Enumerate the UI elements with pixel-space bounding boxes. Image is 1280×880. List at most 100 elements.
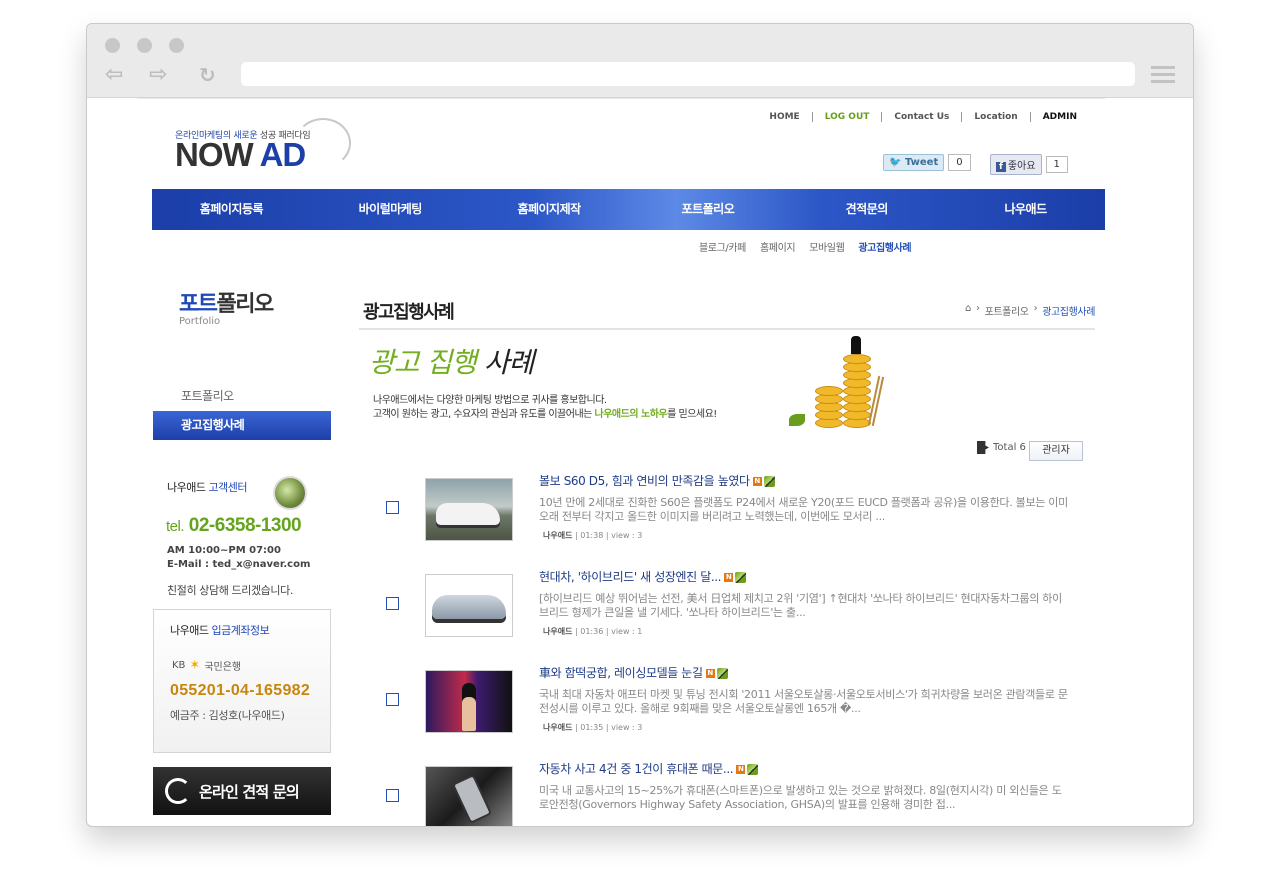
- breadcrumb-current: 광고집행사례: [1042, 307, 1095, 318]
- tweet-widget: 🐦 Tweet 0: [883, 154, 971, 171]
- banner-line-1: 나우애드에서는 다양한 마케팅 방법으로 귀사를 홍보합니다.: [373, 395, 607, 406]
- reload-icon[interactable]: ↻: [199, 64, 216, 86]
- list-item[interactable]: 현대차, '하이브리드' 새 성장엔진 달... N [하이브리드 예상 뛰어넘는…: [383, 568, 1073, 664]
- image-attach-icon: [735, 572, 747, 583]
- window-dot-minimize[interactable]: [137, 38, 152, 53]
- contact-link[interactable]: Contact Us: [881, 112, 961, 122]
- post-title[interactable]: 현대차, '하이브리드' 새 성장엔진 달... N: [539, 568, 747, 585]
- address-bar[interactable]: [241, 62, 1135, 86]
- sidebar-item-portfolio[interactable]: 포트폴리오: [153, 382, 331, 411]
- post-checkbox[interactable]: [386, 597, 399, 610]
- page-title: 광고집행사례: [363, 302, 455, 323]
- post-title[interactable]: 볼보 S60 D5, 힘과 연비의 만족감을 높였다 N: [539, 472, 775, 489]
- like-count: 1: [1045, 156, 1068, 173]
- kb-star-icon: ✶: [189, 658, 201, 673]
- banner-line-2: 고객이 원하는 광고, 수요자의 관심과 유도를 이끌어내는 나우애드의 노하우…: [373, 405, 717, 420]
- post-thumbnail[interactable]: [425, 574, 513, 637]
- post-author: 나우애드: [543, 531, 573, 540]
- top-divider: [137, 98, 1105, 99]
- title-underline: [359, 328, 1095, 330]
- banner-line2-b: 나우애드의 노하우: [594, 409, 668, 420]
- banner-line2-c: 를 믿으세요!: [667, 409, 717, 420]
- post-thumbnail[interactable]: [425, 478, 513, 541]
- post-meta: 나우애드 | 01:38 | view : 3: [543, 531, 643, 540]
- image-attach-icon: [763, 476, 775, 487]
- tweet-button[interactable]: 🐦 Tweet: [883, 154, 945, 171]
- back-arrow-icon[interactable]: ⇦: [105, 64, 123, 86]
- post-time: 01:36: [580, 627, 604, 636]
- bank-title: 나우애드 입금계좌정보: [170, 622, 270, 638]
- post-author: 나우애드: [543, 627, 573, 636]
- post-title[interactable]: 車와 함떡궁합, 레이싱모델들 눈길 N: [539, 664, 728, 681]
- logo-ad: AD: [252, 136, 307, 173]
- sub-navigation: 블로그/카페 홈페이지 모바일웹 광고집행사례: [699, 239, 912, 254]
- phone-number: tel. 02-6358-1300: [166, 515, 302, 537]
- service-hours: AM 10:00~PM 07:00 E-Mail : ted_x@naver.c…: [167, 544, 310, 572]
- image-attach-icon: [747, 764, 759, 775]
- hours-text: AM 10:00~PM 07:00: [167, 545, 281, 556]
- account-number: 055201-04-165982: [170, 682, 311, 699]
- logout-link[interactable]: LOG OUT: [811, 112, 882, 122]
- new-badge-icon: N: [724, 573, 734, 582]
- post-excerpt: 미국 내 교통사고의 15~25%가 휴대폰(스마트폰)으로 발생하고 있는 것…: [539, 784, 1062, 811]
- post-views: view : 3: [611, 723, 643, 732]
- site-logo[interactable]: NOW AD: [175, 138, 306, 171]
- post-checkbox[interactable]: [386, 789, 399, 802]
- list-item[interactable]: 볼보 S60 D5, 힘과 연비의 만족감을 높였다 N 10년 만에 2세대로 …: [383, 472, 1073, 568]
- post-meta: 나우애드 | 01:35 | view : 3: [543, 723, 643, 732]
- like-button[interactable]: f 좋아요: [990, 154, 1042, 175]
- nav-item-viral-marketing[interactable]: 바이럴마케팅: [311, 189, 470, 230]
- nav-item-nowad[interactable]: 나우애드: [946, 189, 1105, 230]
- subnav-ad-cases[interactable]: 광고집행사례: [858, 239, 911, 254]
- post-thumbnail[interactable]: [425, 766, 513, 826]
- banner-title-black: 사례: [475, 346, 535, 379]
- facebook-icon: f: [996, 162, 1006, 172]
- post-thumbnail[interactable]: [425, 670, 513, 733]
- post-meta: 나우애드 | 01:36 | view : 1: [543, 627, 643, 636]
- subnav-blog-cafe[interactable]: 블로그/카페: [699, 239, 746, 254]
- window-dot-maximize[interactable]: [169, 38, 184, 53]
- menu-icon[interactable]: [1151, 66, 1175, 84]
- list-item[interactable]: 자동차 사고 4건 중 1건이 휴대폰 때문... N 미국 내 교통사고의 15…: [383, 760, 1073, 826]
- sidebar-item-ad-cases[interactable]: 광고집행사례: [153, 411, 331, 440]
- banner-title-green: 광고 집행: [369, 346, 477, 379]
- admin-link[interactable]: ADMIN: [1029, 112, 1089, 122]
- online-quote-button[interactable]: 온라인 견적 문의: [153, 767, 331, 815]
- nav-item-homepage-production[interactable]: 홈페이지제작: [470, 189, 629, 230]
- bank-account-box: 나우애드 입금계좌정보 KB ✶ 국민은행 055201-04-165982 예…: [153, 609, 331, 753]
- image-attach-icon: [716, 668, 728, 679]
- lnb-title-b: 폴리오: [216, 292, 274, 317]
- breadcrumb-portfolio[interactable]: 포트폴리오: [985, 303, 1029, 318]
- tweet-count: 0: [948, 154, 971, 171]
- post-title[interactable]: 자동차 사고 4건 중 1건이 휴대폰 때문... N: [539, 760, 759, 777]
- kb-label: KB: [172, 660, 186, 671]
- tweet-label: Tweet: [904, 157, 939, 168]
- customer-center-icon: [273, 476, 307, 510]
- breadcrumb-sep-icon: ›: [1033, 303, 1038, 314]
- window-dot-close[interactable]: [105, 38, 120, 53]
- new-badge-icon: N: [752, 477, 762, 486]
- post-checkbox[interactable]: [386, 693, 399, 706]
- admin-button[interactable]: 관리자: [1029, 441, 1083, 461]
- subnav-mobile-web[interactable]: 모바일웹: [809, 239, 845, 254]
- nav-item-quote[interactable]: 견적문의: [787, 189, 946, 230]
- cs-title-a: 나우애드: [167, 481, 206, 494]
- nav-item-portfolio[interactable]: 포트폴리오: [628, 189, 787, 230]
- post-time: 01:38: [580, 531, 604, 540]
- online-quote-label: 온라인 견적 문의: [199, 782, 300, 801]
- subnav-homepage[interactable]: 홈페이지: [760, 239, 796, 254]
- tel-value: 02-6358-1300: [184, 515, 302, 536]
- main-navigation: 홈페이지등록 바이럴마케팅 홈페이지제작 포트폴리오 견적문의 나우애드: [152, 189, 1105, 230]
- total-count: Total 6: [977, 441, 1026, 454]
- forward-arrow-icon[interactable]: ⇨: [149, 64, 167, 86]
- post-author: 나우애드: [543, 723, 573, 732]
- home-link[interactable]: HOME: [757, 112, 811, 122]
- nav-item-homepage-register[interactable]: 홈페이지등록: [152, 189, 311, 230]
- location-link[interactable]: Location: [961, 112, 1029, 122]
- home-icon[interactable]: ⌂: [965, 303, 971, 318]
- list-item[interactable]: 車와 함떡궁합, 레이싱모델들 눈길 N 국내 최대 자동차 애프터 마켓 및 튜…: [383, 664, 1073, 760]
- new-badge-icon: N: [736, 765, 746, 774]
- post-checkbox[interactable]: [386, 501, 399, 514]
- browser-toolbar: ⇦ ⇨ ↻: [87, 24, 1193, 98]
- bank-title-b: 입금계좌정보: [208, 624, 270, 637]
